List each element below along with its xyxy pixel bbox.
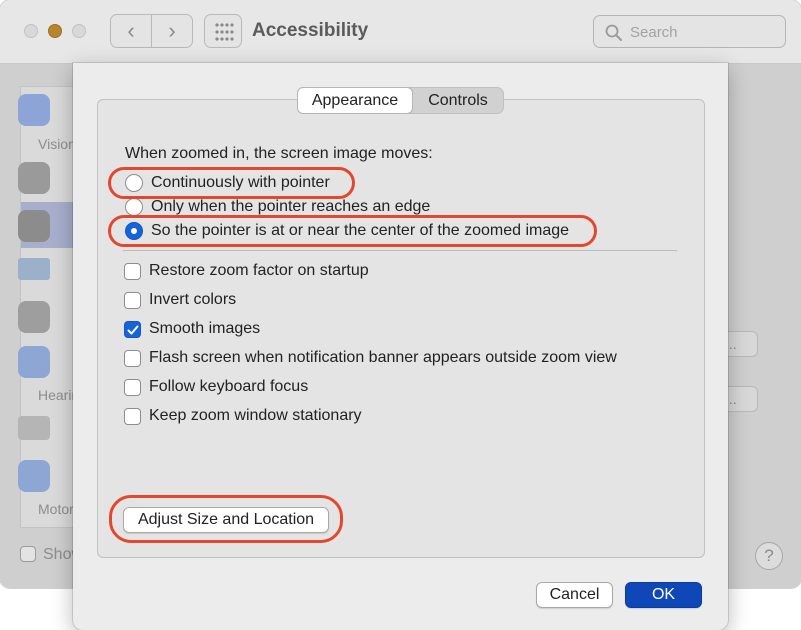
- minimize-window-button[interactable]: [48, 24, 62, 38]
- show-all-button[interactable]: [204, 14, 242, 48]
- zoom-icon[interactable]: [18, 210, 50, 242]
- search-field[interactable]: [593, 15, 786, 48]
- search-input[interactable]: [630, 21, 778, 43]
- radio-edge[interactable]: Only when the pointer reaches an edge: [125, 196, 430, 218]
- zoom-options-sheet: Appearance Controls When zoomed in, the …: [73, 63, 728, 630]
- help-button[interactable]: ?: [755, 542, 783, 570]
- radio-label: Continuously with pointer: [151, 174, 330, 191]
- search-icon: [605, 24, 622, 41]
- checkbox-flash-screen[interactable]: Flash screen when notification banner ap…: [124, 347, 617, 369]
- accessibility-overview-icon[interactable]: [18, 94, 50, 126]
- tab-appearance[interactable]: Appearance: [297, 87, 413, 114]
- voiceover-icon[interactable]: [18, 162, 50, 194]
- checkbox-label: Smooth images: [149, 320, 261, 337]
- checkbox-label: Invert colors: [149, 291, 237, 308]
- ok-button[interactable]: OK: [625, 582, 702, 608]
- descriptions-icon[interactable]: [18, 346, 50, 378]
- checkbox[interactable]: [124, 407, 141, 425]
- tab-bar: Appearance Controls: [297, 87, 504, 114]
- tab-controls[interactable]: Controls: [413, 88, 503, 113]
- zoom-window-button[interactable]: [72, 24, 86, 38]
- checkbox[interactable]: [124, 349, 141, 367]
- title-bar: ‹ › Accessibility: [0, 0, 801, 64]
- cancel-button[interactable]: Cancel: [536, 582, 613, 608]
- window-title: Accessibility: [252, 20, 369, 41]
- radio-center[interactable]: So the pointer is at or near the center …: [125, 220, 569, 242]
- checkbox-invert-colors[interactable]: Invert colors: [124, 289, 236, 311]
- show-checkbox[interactable]: [20, 546, 36, 562]
- checkbox-checked[interactable]: [124, 320, 141, 338]
- checkbox-smooth-images[interactable]: Smooth images: [124, 318, 260, 340]
- checkbox[interactable]: [124, 291, 141, 309]
- checkbox-restore-zoom[interactable]: Restore zoom factor on startup: [124, 260, 369, 282]
- display-icon[interactable]: [18, 258, 50, 280]
- radio-label: Only when the pointer reaches an edge: [151, 198, 431, 215]
- radio-button[interactable]: [125, 198, 143, 216]
- back-button[interactable]: ‹: [110, 14, 152, 48]
- radio-button[interactable]: [125, 174, 143, 192]
- sidebar-label-motor: Motor: [38, 501, 74, 517]
- checkbox-keep-stationary[interactable]: Keep zoom window stationary: [124, 405, 362, 427]
- audio-icon[interactable]: [18, 416, 50, 440]
- keyboard-icon[interactable]: [18, 460, 50, 492]
- spoken-content-icon[interactable]: [18, 301, 50, 333]
- chevron-left-icon: ‹: [127, 18, 135, 43]
- checkbox-label: Follow keyboard focus: [149, 378, 309, 395]
- grid-icon: [215, 23, 234, 41]
- checkbox[interactable]: [124, 262, 141, 280]
- radio-continuously[interactable]: Continuously with pointer: [125, 172, 330, 194]
- checkbox-label: Restore zoom factor on startup: [149, 262, 369, 279]
- checkbox-follow-focus[interactable]: Follow keyboard focus: [124, 376, 308, 398]
- movement-prompt: When zoomed in, the screen image moves:: [125, 145, 433, 162]
- checkbox-label: Keep zoom window stationary: [149, 407, 362, 424]
- checkbox[interactable]: [124, 378, 141, 396]
- radio-label: So the pointer is at or near the center …: [151, 222, 570, 239]
- adjust-size-location-button[interactable]: Adjust Size and Location: [123, 507, 329, 533]
- sidebar-label-vision: Vision: [38, 136, 76, 152]
- chevron-right-icon: ›: [168, 18, 176, 43]
- checkmark-icon: [127, 325, 139, 334]
- checkbox-label: Flash screen when notification banner ap…: [149, 349, 617, 366]
- radio-button-selected[interactable]: [125, 222, 143, 240]
- separator: [123, 250, 677, 251]
- close-window-button[interactable]: [24, 24, 38, 38]
- forward-button[interactable]: ›: [151, 14, 193, 48]
